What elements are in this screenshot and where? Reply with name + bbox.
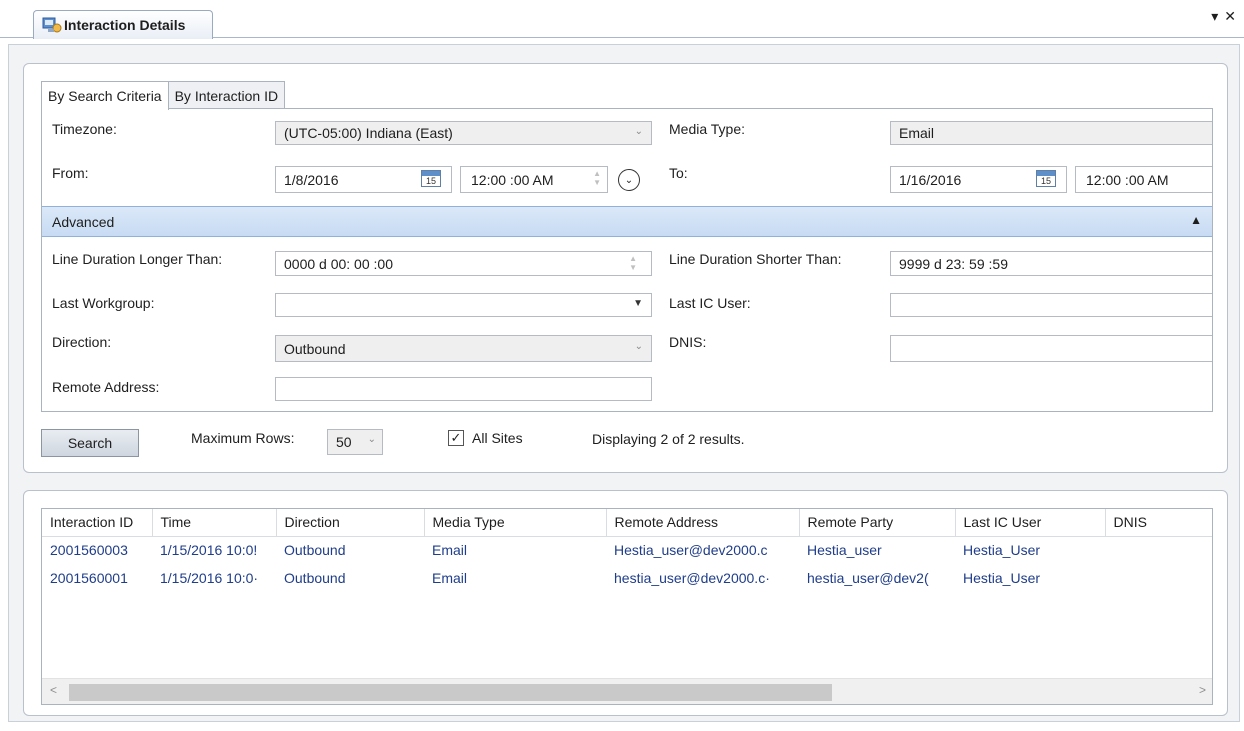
duration-spinner-icon[interactable]: ▲ ▼ [629,254,637,272]
timezone-value: (UTC-05:00) Indiana (East) [284,125,453,141]
max-rows-value: 50 [336,434,352,450]
cell-interaction-id: 2001560003 [50,542,128,559]
close-icon[interactable]: ✕ [1224,8,1236,25]
chevron-down-icon: ▼ [633,298,643,309]
to-time-input[interactable]: 12:00 :00 AM [1075,166,1212,193]
advanced-section-header[interactable]: Advanced ▲ [42,206,1212,237]
results-table-container: Interaction ID Time Direction Media Type… [41,508,1213,705]
calendar-icon[interactable]: 15 [421,170,441,187]
column-header-interaction-id[interactable]: Interaction ID [42,509,153,537]
cell-time: 1/15/2016 10:0! [160,542,258,559]
interaction-details-tab[interactable]: Interaction Details [33,10,213,39]
cell-interaction-id: 2001560001 [50,570,128,586]
horizontal-scrollbar[interactable]: < > [42,678,1212,704]
timezone-select[interactable]: (UTC-05:00) Indiana (East) ⌄ [275,121,652,145]
chevron-down-icon: ⌄ [634,126,643,137]
column-header-time[interactable]: Time [152,509,277,537]
from-time-value: 12:00 :00 AM [471,171,554,188]
remote-address-input[interactable] [275,377,652,401]
to-date-input[interactable]: 1/16/2016 15 [890,166,1067,193]
table-row[interactable]: 2001560001 1/15/2016 10:0· Outbound Emai… [42,564,1212,592]
dnis-label: DNIS: [669,334,707,350]
cell-media-type: Email [432,570,468,586]
scrollbar-thumb[interactable] [69,684,832,701]
cell-dnis [1105,536,1212,564]
chevron-down-icon: ⌄ [367,434,376,445]
window-title: Interaction Details [64,17,186,33]
column-header-dnis[interactable]: DNIS [1105,509,1212,537]
cell-remote-party: hestia_user@dev2( [807,570,929,586]
max-rows-label: Maximum Rows: [191,430,295,446]
from-date-input[interactable]: 1/8/2016 15 [275,166,452,193]
dnis-input[interactable] [890,335,1212,362]
line-longer-label: Line Duration Longer Than: [52,251,223,267]
all-sites-label: All Sites [472,430,523,446]
last-ic-user-label: Last IC User: [669,295,751,311]
line-shorter-value: 9999 d 23: 59 :59 [899,255,1008,272]
scroll-right-icon[interactable]: > [1199,683,1206,697]
last-ic-user-input[interactable] [890,293,1212,317]
media-type-label: Media Type: [669,121,746,137]
last-workgroup-label: Last Workgroup: [52,295,155,311]
cell-remote-party: Hestia_user [807,542,882,559]
results-group: Interaction ID Time Direction Media Type… [23,490,1228,716]
content-frame: By Search Criteria By Interaction ID Tim… [8,44,1240,722]
column-header-remote-address[interactable]: Remote Address [606,509,800,537]
line-longer-value: 0000 d 00: 00 :00 [284,255,393,272]
interaction-details-icon [42,17,62,33]
time-spinner-icon[interactable]: ▲ ▼ [593,169,601,187]
table-header-row: Interaction ID Time Direction Media Type… [42,509,1212,537]
table-row[interactable]: 2001560003 1/15/2016 10:0! Outbound Emai… [42,536,1212,564]
tab-by-interaction-id[interactable]: By Interaction ID [167,81,286,109]
cell-direction: Outbound [284,570,346,586]
column-header-last-ic-user[interactable]: Last IC User [955,509,1106,537]
last-workgroup-select[interactable]: ▼ [275,293,652,317]
calendar-icon[interactable]: 15 [1036,170,1056,187]
max-rows-select[interactable]: 50 ⌄ [327,429,383,455]
remote-address-label: Remote Address: [52,379,160,395]
window-menu-icon[interactable]: ▾ [1211,8,1218,25]
chevron-up-icon[interactable]: ▲ [1190,213,1202,227]
window-controls: ▾ ✕ [1211,8,1236,25]
to-time-value: 12:00 :00 AM [1086,171,1169,188]
search-criteria-group: By Search Criteria By Interaction ID Tim… [23,63,1228,473]
document-tabstrip: Interaction Details ▾ ✕ [0,0,1244,39]
direction-value: Outbound [284,340,346,357]
from-date-value: 1/8/2016 [284,171,339,188]
media-type-field[interactable]: Email [890,121,1212,145]
from-time-input[interactable]: 12:00 :00 AM ▲ ▼ [460,166,608,193]
cell-remote-address: hestia_user@dev2000.c· [614,570,770,586]
scroll-left-icon[interactable]: < [50,683,57,697]
cell-last-ic-user: Hestia_User [963,542,1041,559]
to-label: To: [669,165,688,181]
cell-direction: Outbound [284,542,346,559]
search-button[interactable]: Search [41,429,139,457]
line-shorter-input[interactable]: 9999 d 23: 59 :59 [890,251,1212,276]
clock-icon[interactable]: ⌄ [618,169,640,191]
timezone-label: Timezone: [52,121,117,137]
cell-last-ic-user: Hestia_User [963,570,1041,586]
cell-dnis [1105,564,1212,592]
chevron-down-icon: ⌄ [634,341,643,352]
line-longer-input[interactable]: 0000 d 00: 00 :00 ▲ ▼ [275,251,652,276]
direction-label: Direction: [52,334,112,350]
media-type-value: Email [899,125,935,141]
from-label: From: [52,165,89,181]
results-table: Interaction ID Time Direction Media Type… [42,509,1212,592]
tab-by-search-criteria[interactable]: By Search Criteria [41,81,169,110]
all-sites-checkbox[interactable]: ✓ [448,430,464,446]
column-header-remote-party[interactable]: Remote Party [799,509,956,537]
results-count-text: Displaying 2 of 2 results. [592,431,745,447]
to-date-value: 1/16/2016 [899,171,962,188]
search-criteria-panel: Timezone: (UTC-05:00) Indiana (East) ⌄ M… [41,108,1213,412]
cell-media-type: Email [432,542,468,559]
cell-remote-address: Hestia_user@dev2000.c [614,542,768,559]
column-header-media-type[interactable]: Media Type [424,509,607,537]
column-header-direction[interactable]: Direction [276,509,425,537]
search-mode-tabs: By Search Criteria By Interaction ID [41,81,286,110]
advanced-label: Advanced [52,213,115,230]
cell-time: 1/15/2016 10:0· [160,570,259,586]
line-shorter-label: Line Duration Shorter Than: [669,251,842,267]
direction-select[interactable]: Outbound ⌄ [275,335,652,362]
